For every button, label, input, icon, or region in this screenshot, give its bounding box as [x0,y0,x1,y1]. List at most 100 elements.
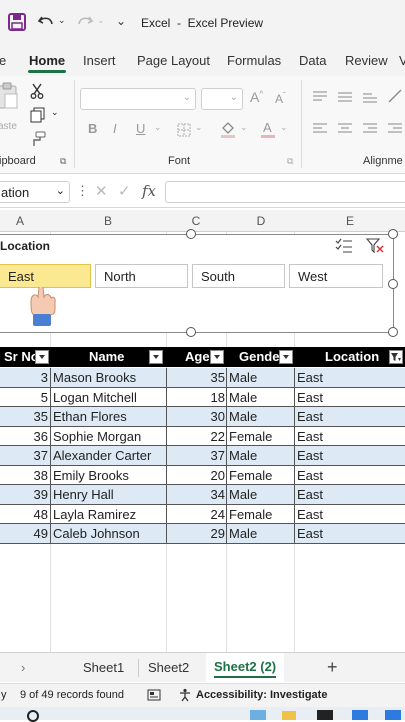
name-box-dropdown-icon[interactable]: ⌄ [56,184,65,197]
taskbar-app-icon[interactable] [282,711,296,720]
filter-dropdown-sr-no[interactable] [35,350,49,364]
italic-button[interactable]: I [113,121,117,136]
table-row[interactable]: 38 Emily Brooks 20 Female East [0,465,405,485]
redo-dropdown-icon[interactable]: ⌄ [97,15,105,26]
resize-handle-top[interactable] [186,229,196,239]
table-row[interactable]: 39 Henry Hall 34 Male East [0,485,405,505]
align-middle-icon[interactable] [337,91,353,103]
save-icon[interactable] [8,13,26,31]
table-row[interactable]: 5 Logan Mitchell 18 Male East [0,387,405,407]
taskbar-app-icon[interactable] [317,710,333,720]
copy-dropdown-icon[interactable]: ⌄ [51,107,59,118]
align-right-icon[interactable] [362,123,378,135]
table-row[interactable]: 3 Mason Brooks 35 Male East [0,368,405,388]
scroll-sheets-right-icon[interactable]: › [21,660,25,675]
sheet-tab-sheet1[interactable]: Sheet1 [83,660,124,675]
filter-dropdown-age[interactable] [210,350,224,364]
more-options-icon[interactable]: ⋮ [76,183,89,199]
column-header-e[interactable]: E [343,214,357,228]
slicer-item-west[interactable]: West [289,264,383,288]
tab-page-layout[interactable]: Page Layout [137,53,210,68]
filter-dropdown-gender[interactable] [279,350,293,364]
add-sheet-button[interactable]: + [327,657,338,678]
borders-icon[interactable] [177,123,191,137]
taskbar-app-icon[interactable] [250,710,266,720]
font-name-select[interactable]: ⌄ [80,88,196,110]
customize-toolbar-icon[interactable]: ⌄ [116,14,126,28]
cell-divider [166,504,167,524]
align-bottom-icon[interactable] [362,91,378,103]
column-header-b[interactable]: B [101,214,115,228]
underline-button[interactable]: U [136,121,145,136]
resize-handle-bottom-right[interactable] [388,327,398,337]
underline-dropdown-icon[interactable]: ⌄ [154,122,162,133]
column-header-d[interactable]: D [254,214,268,228]
name-box[interactable]: ation ⌄ [0,181,70,203]
slicer-item-south[interactable]: South [192,264,285,288]
font-color-dropdown-icon[interactable]: ⌄ [280,122,288,133]
paste-icon[interactable] [0,82,20,112]
insert-function-icon[interactable]: fx [142,182,156,200]
font-launcher-icon[interactable]: ⧉ [287,156,293,167]
table-row[interactable]: 36 Sophie Morgan 22 Female East [0,426,405,446]
font-size-select[interactable]: ⌄ [201,88,243,110]
taskbar-app-icon[interactable] [385,710,401,720]
copy-icon[interactable] [30,107,46,123]
accessibility-icon[interactable] [178,688,192,702]
accessibility-status[interactable]: Accessibility: Investigate [196,689,327,701]
table-row[interactable]: 49 Caleb Johnson 29 Male East [0,524,405,544]
taskbar [0,707,405,722]
fill-color-icon[interactable] [220,120,236,138]
bold-button[interactable]: B [88,121,97,136]
indent-icon[interactable] [387,123,403,135]
fill-color-dropdown-icon[interactable]: ⌄ [240,122,248,133]
slicer-item-east[interactable]: East [0,264,91,288]
orientation-icon[interactable] [387,88,403,104]
resize-handle-right[interactable] [388,279,398,289]
tab-view[interactable]: V [399,53,405,68]
cell-divider [226,465,227,485]
table-row[interactable]: 35 Ethan Flores 30 Male East [0,407,405,427]
decrease-font-icon[interactable]: Aˇ [275,91,286,106]
sheet-tab-active[interactable]: Sheet2 (2) [206,653,284,683]
tab-file[interactable]: e [0,53,6,68]
undo-dropdown-icon[interactable]: ⌄ [58,15,66,26]
tab-review[interactable]: Review [345,53,388,68]
cut-icon[interactable] [30,83,44,99]
align-left-icon[interactable] [312,123,328,135]
column-header-a[interactable]: A [13,214,27,228]
confirm-entry-icon[interactable]: ✓ [118,182,131,200]
macro-recording-icon[interactable] [147,688,161,702]
paste-label[interactable]: aste [0,121,17,132]
location-slicer[interactable]: Location East North South West [0,234,394,333]
cell-name: Emily Brooks [53,467,129,483]
tab-data[interactable]: Data [299,53,326,68]
font-color-icon[interactable]: A [260,120,276,138]
filter-active-location-icon[interactable] [389,350,403,364]
table-row[interactable]: 37 Alexander Carter 37 Male East [0,446,405,466]
cancel-entry-icon[interactable]: ✕ [95,182,108,200]
clipboard-launcher-icon[interactable]: ⧉ [60,156,66,167]
resize-handle-bottom[interactable] [186,327,196,337]
resize-handle-top-right[interactable] [388,229,398,239]
slicer-item-north[interactable]: North [95,264,188,288]
format-painter-icon[interactable] [30,131,46,147]
search-icon[interactable] [27,710,39,722]
filter-dropdown-name[interactable] [149,350,163,364]
sheet-tab-sheet2[interactable]: Sheet2 [148,660,189,675]
redo-icon[interactable] [76,13,94,31]
undo-icon[interactable] [37,13,55,31]
clear-filter-icon[interactable] [366,238,384,254]
increase-font-icon[interactable]: A^ [250,89,263,105]
borders-dropdown-icon[interactable]: ⌄ [195,122,203,133]
tab-formulas[interactable]: Formulas [227,53,281,68]
align-top-icon[interactable] [312,91,328,103]
tab-home[interactable]: Home [29,53,65,68]
tab-insert[interactable]: Insert [83,53,116,68]
align-center-icon[interactable] [337,123,353,135]
multi-select-icon[interactable] [335,238,353,254]
table-row[interactable]: 48 Layla Ramirez 24 Female East [0,504,405,524]
column-header-c[interactable]: C [189,214,203,228]
formula-input[interactable] [165,181,405,203]
taskbar-app-icon[interactable] [352,710,368,720]
